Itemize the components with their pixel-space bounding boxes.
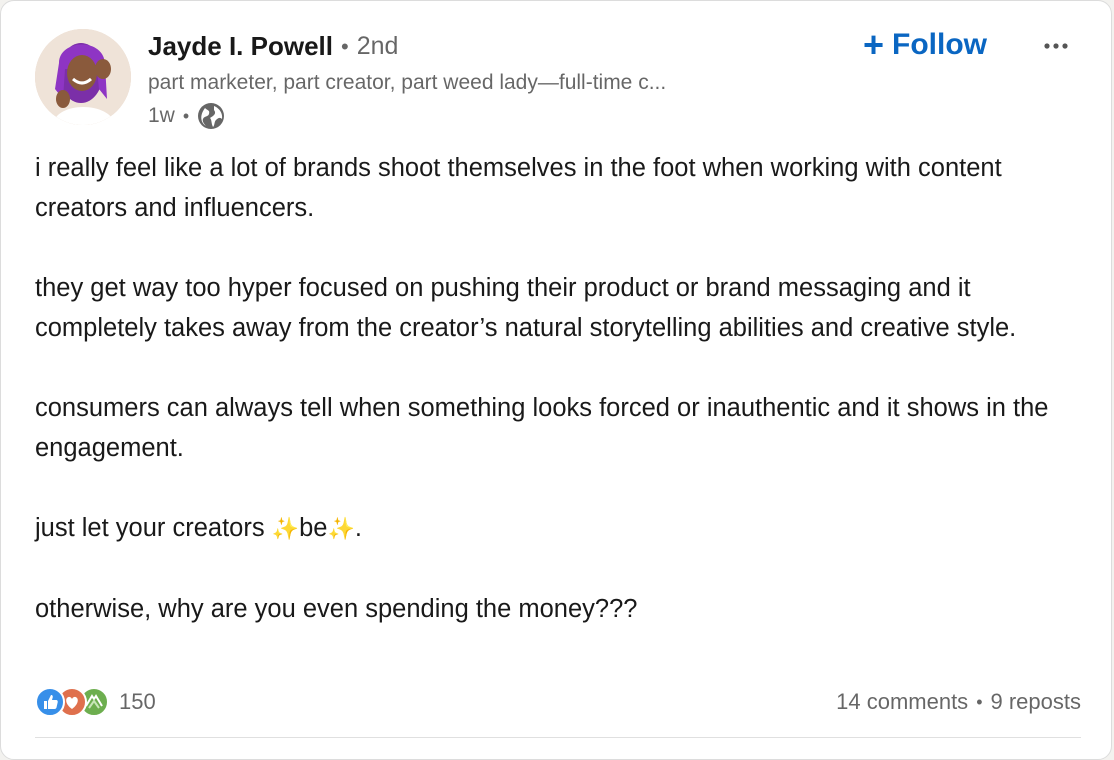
post-time: 1w xyxy=(148,104,175,127)
post-paragraph: i really feel like a lot of brands shoot… xyxy=(35,154,1002,222)
post-paragraph: otherwise, why are you even spending the… xyxy=(35,595,638,623)
author-name[interactable]: Jayde I. Powell xyxy=(148,31,333,62)
profile-photo-icon xyxy=(35,29,131,125)
counts-separator: • xyxy=(976,691,983,712)
sparkle-icon: ✨ xyxy=(327,516,355,541)
time-separator: • xyxy=(182,105,190,126)
name-separator: • xyxy=(340,33,349,59)
post-paragraph: consumers can always tell when something… xyxy=(35,394,1049,462)
post-body: i really feel like a lot of brands shoot… xyxy=(35,148,1085,629)
post-paragraph-sparkle: just let your creators ✨be✨. xyxy=(35,508,1085,549)
reaction-icons xyxy=(35,685,115,719)
like-icon xyxy=(35,687,65,717)
post-paragraph: they get way too hyper focused on pushin… xyxy=(35,274,1017,342)
post-meta: 1w • xyxy=(148,102,225,130)
divider xyxy=(35,737,1081,738)
globe-icon xyxy=(197,102,225,130)
more-options-button[interactable] xyxy=(1039,31,1073,61)
sparkle-line-before: just let your creators xyxy=(35,514,272,542)
reactions-summary[interactable]: 150 xyxy=(35,685,156,719)
comments-count[interactable]: 14 comments xyxy=(836,689,968,715)
reposts-count[interactable]: 9 reposts xyxy=(991,689,1082,715)
reaction-count: 150 xyxy=(119,689,156,714)
connection-degree: 2nd xyxy=(356,32,399,60)
author-avatar[interactable] xyxy=(35,29,131,125)
follow-button[interactable]: + Follow xyxy=(863,27,987,63)
author-headline: part marketer, part creator, part weed l… xyxy=(148,71,667,94)
more-horizontal-icon xyxy=(1044,43,1068,49)
sparkle-line-after: . xyxy=(354,514,362,542)
follow-label: Follow xyxy=(892,28,988,61)
social-counts: 150 14 comments • 9 reposts xyxy=(35,685,1081,719)
sparkle-icon: ✨ xyxy=(271,516,300,541)
sparkle-line-word: be xyxy=(299,514,328,542)
engagement-counts: 14 comments • 9 reposts xyxy=(836,689,1081,715)
plus-icon: + xyxy=(863,24,885,65)
author-name-row: Jayde I. Powell • 2nd xyxy=(148,31,398,62)
post-card: Jayde I. Powell • 2nd part marketer, par… xyxy=(0,0,1112,760)
